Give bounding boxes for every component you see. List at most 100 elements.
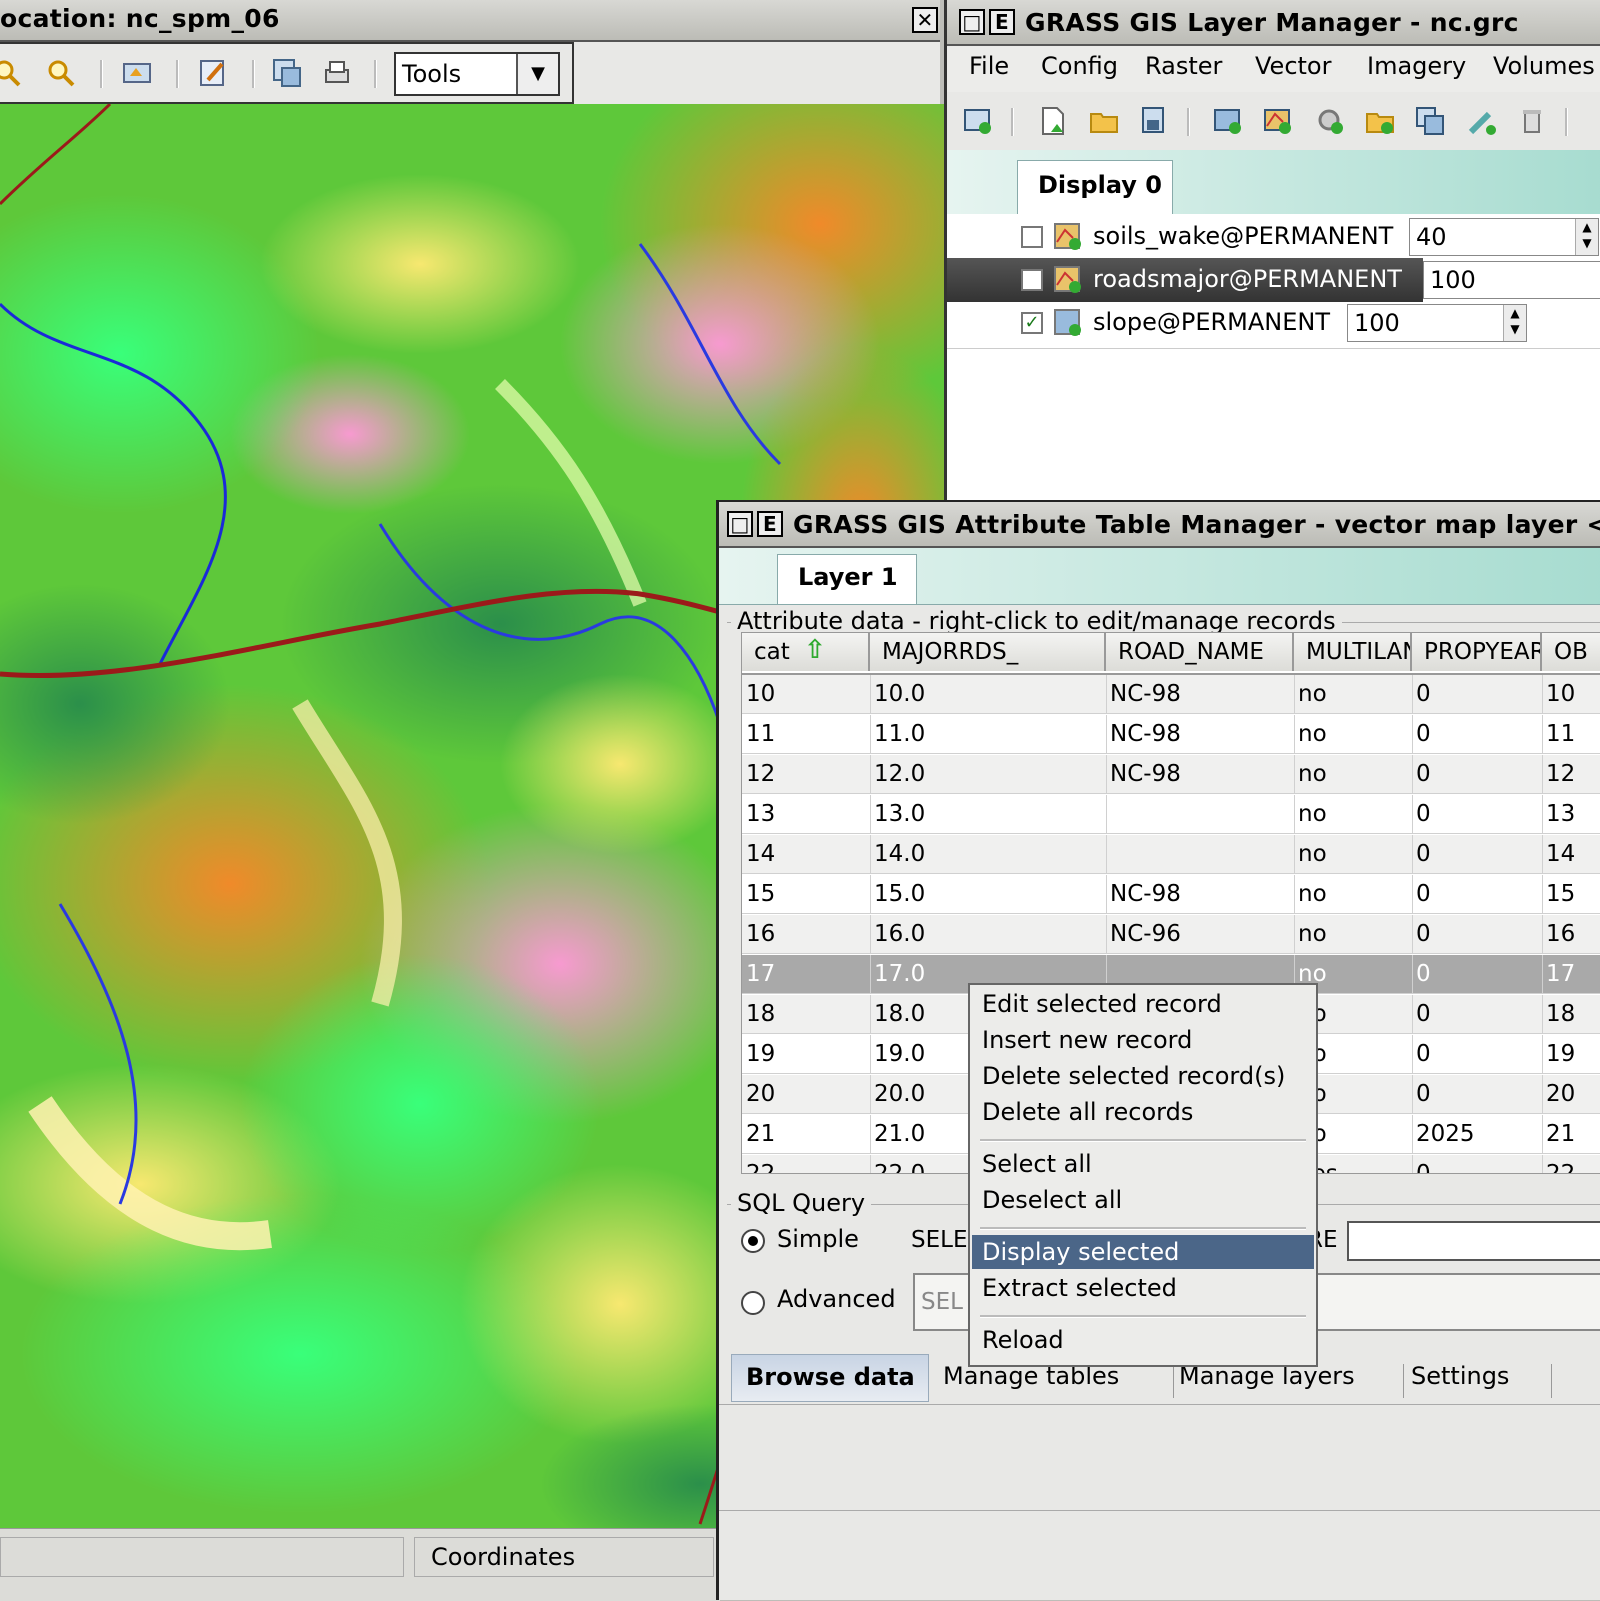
table-cell[interactable]: 12	[1546, 755, 1575, 794]
layer-row-soils[interactable]: soils_wake@PERMANENT 40 ▲ ▼	[947, 216, 1600, 258]
table-row[interactable]: 16 16.0 NC-96 no 0 16	[742, 915, 1600, 954]
menu-volumes[interactable]: Volumes	[1493, 52, 1595, 80]
table-cell[interactable]: no	[1298, 835, 1327, 874]
add-raster-icon[interactable]	[1213, 106, 1243, 136]
table-cell[interactable]: no	[1298, 915, 1327, 954]
layer-row-roadsmajor[interactable]: roadsmajor@PERMANENT 100	[947, 258, 1600, 302]
opacity-spinner[interactable]: 40 ▲ ▼	[1409, 218, 1599, 256]
open-workspace-icon[interactable]	[1089, 106, 1119, 136]
table-cell[interactable]: 22.0	[874, 1155, 925, 1173]
maximize-icon[interactable]: E	[757, 511, 783, 537]
table-row[interactable]: 13 13.0 no 0 13	[742, 795, 1600, 834]
table-cell[interactable]: no	[1298, 715, 1327, 754]
menu-item-extract-selected[interactable]: Extract selected	[972, 1271, 1314, 1305]
layer-visibility-checkbox-checked[interactable]: ✓	[1021, 312, 1043, 334]
table-cell[interactable]: 13.0	[874, 795, 925, 834]
table-cell[interactable]: 12.0	[874, 755, 925, 794]
table-cell[interactable]: 11	[1546, 715, 1575, 754]
menu-item-delete-selected[interactable]: Delete selected record(s)	[972, 1059, 1314, 1093]
table-cell[interactable]: 0	[1416, 1075, 1431, 1114]
save-workspace-icon[interactable]	[1139, 106, 1169, 136]
delete-layer-icon[interactable]	[1517, 106, 1547, 136]
table-cell[interactable]: NC-98	[1110, 755, 1181, 794]
table-cell[interactable]: no	[1298, 755, 1327, 794]
add-vector-icon[interactable]	[1263, 106, 1293, 136]
spin-arrows-icon[interactable]: ▲ ▼	[1503, 305, 1526, 341]
table-cell[interactable]: 15	[1546, 875, 1575, 914]
spin-arrows-icon[interactable]: ▲ ▼	[1575, 219, 1598, 255]
simple-radio[interactable]	[741, 1229, 765, 1253]
menu-item-select-all[interactable]: Select all	[972, 1147, 1314, 1181]
menu-imagery[interactable]: Imagery	[1367, 52, 1466, 80]
table-cell[interactable]: 17	[1546, 955, 1575, 994]
menu-item-insert-new[interactable]: Insert new record	[972, 1023, 1314, 1057]
table-cell[interactable]: 16	[1546, 915, 1575, 954]
tab-browse-data[interactable]: Browse data	[731, 1354, 929, 1402]
table-cell[interactable]: 21.0	[874, 1115, 925, 1154]
close-icon[interactable]: ✕	[912, 7, 938, 33]
table-cell[interactable]: 10.0	[874, 675, 925, 714]
save-image-icon[interactable]	[272, 58, 302, 88]
maximize-icon[interactable]: E	[989, 9, 1015, 35]
window-menu-icon[interactable]: □	[959, 9, 985, 35]
column-header-road-name[interactable]: ROAD_NAME	[1106, 633, 1294, 671]
menu-item-deselect-all[interactable]: Deselect all	[972, 1183, 1314, 1217]
table-cell[interactable]: NC-96	[1110, 915, 1181, 954]
where-input[interactable]	[1347, 1221, 1600, 1261]
table-cell[interactable]: 2025	[1416, 1115, 1475, 1154]
table-cell[interactable]: 17.0	[874, 955, 925, 994]
table-cell[interactable]: 14	[1546, 835, 1575, 874]
table-cell[interactable]: 13	[746, 795, 775, 834]
table-cell[interactable]: 0	[1416, 995, 1431, 1034]
table-cell[interactable]: 18	[746, 995, 775, 1034]
column-header-propyear[interactable]: PROPYEAR	[1412, 633, 1542, 671]
table-row[interactable]: 14 14.0 no 0 14	[742, 835, 1600, 874]
table-cell[interactable]: 12	[746, 755, 775, 794]
table-cell[interactable]: 0	[1416, 715, 1431, 754]
zoom-in-icon[interactable]	[46, 58, 76, 88]
table-row[interactable]: 10 10.0 NC-98 no 0 10	[742, 675, 1600, 714]
print-icon[interactable]	[322, 58, 352, 88]
table-cell[interactable]: 0	[1416, 795, 1431, 834]
layer-visibility-checkbox[interactable]	[1021, 269, 1043, 291]
table-cell[interactable]: 20	[1546, 1075, 1575, 1114]
table-cell[interactable]: 19	[1546, 1035, 1575, 1074]
query-icon[interactable]	[122, 58, 152, 88]
column-header-multilan[interactable]: MULTILAN	[1294, 633, 1412, 671]
menu-vector[interactable]: Vector	[1255, 52, 1331, 80]
table-row[interactable]: 11 11.0 NC-98 no 0 11	[742, 715, 1600, 754]
table-cell[interactable]: no	[1298, 675, 1327, 714]
table-cell[interactable]: 21	[746, 1115, 775, 1154]
tab-layer-1[interactable]: Layer 1	[777, 554, 917, 604]
opacity-spinner[interactable]: 100 ▲ ▼	[1347, 304, 1527, 342]
column-header-ob[interactable]: OB	[1542, 633, 1600, 671]
table-cell[interactable]: 19.0	[874, 1035, 925, 1074]
menu-item-edit-selected[interactable]: Edit selected record	[972, 987, 1314, 1021]
window-menu-icon[interactable]: □	[727, 511, 753, 537]
new-display-icon[interactable]	[963, 106, 993, 136]
table-cell[interactable]: 22	[746, 1155, 775, 1173]
table-cell[interactable]: NC-98	[1110, 675, 1181, 714]
table-cell[interactable]: 21	[1546, 1115, 1575, 1154]
table-row[interactable]: 15 15.0 NC-98 no 0 15	[742, 875, 1600, 914]
table-cell[interactable]: 22	[1546, 1155, 1575, 1173]
menu-item-reload[interactable]: Reload	[972, 1323, 1314, 1357]
table-cell[interactable]: NC-98	[1110, 875, 1181, 914]
edit-layer-icon[interactable]	[1467, 106, 1497, 136]
table-cell[interactable]: 16	[746, 915, 775, 954]
layer-visibility-checkbox[interactable]	[1021, 226, 1043, 248]
menu-config[interactable]: Config	[1041, 52, 1118, 80]
menu-item-delete-all[interactable]: Delete all records	[972, 1095, 1314, 1129]
opacity-spinner[interactable]: 100	[1423, 261, 1600, 299]
table-cell[interactable]: 0	[1416, 675, 1431, 714]
menu-raster[interactable]: Raster	[1145, 52, 1222, 80]
menu-file[interactable]: File	[969, 52, 1009, 80]
table-cell[interactable]: 14	[746, 835, 775, 874]
add-command-icon[interactable]	[1315, 106, 1345, 136]
chevron-down-icon[interactable]: ▼	[516, 54, 558, 94]
table-cell[interactable]: NC-98	[1110, 715, 1181, 754]
tab-settings[interactable]: Settings	[1411, 1354, 1509, 1398]
zoom-out-icon[interactable]	[0, 58, 22, 88]
table-cell[interactable]: 20	[746, 1075, 775, 1114]
table-cell[interactable]: 19	[746, 1035, 775, 1074]
